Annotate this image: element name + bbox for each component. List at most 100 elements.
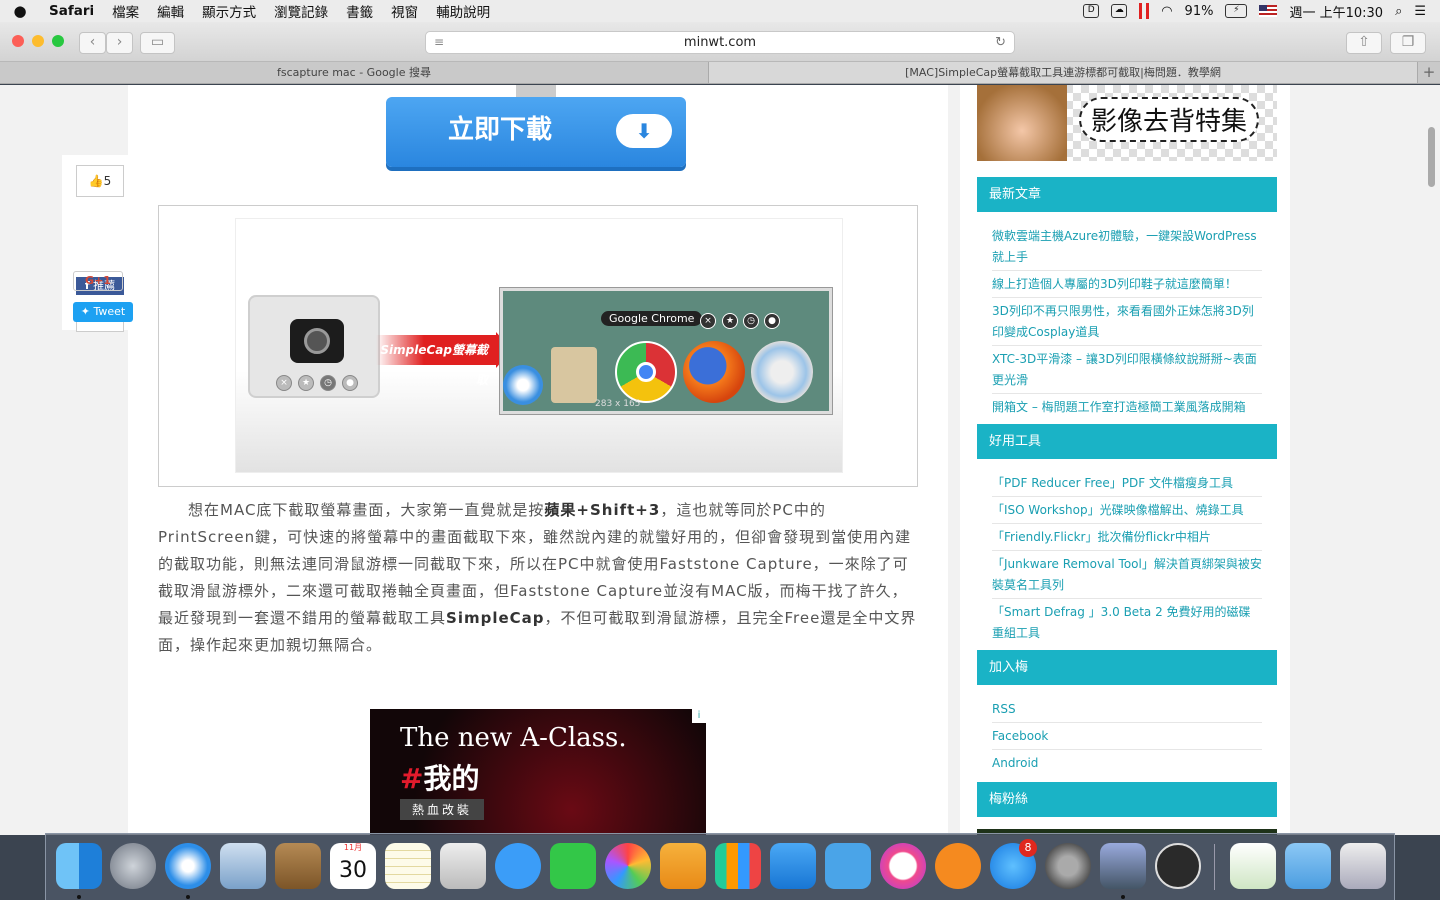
list-item[interactable]: 線上打造個人專屬的3D列印鞋子就這麼簡單！ — [992, 271, 1262, 298]
google-plus-button[interactable]: G+1 — [73, 271, 123, 291]
tweet-button[interactable]: ✦ Tweet — [73, 302, 133, 322]
list-item[interactable]: 「ISO Workshop」光碟映像檔解出、燒錄工具 — [992, 497, 1262, 524]
tab-overview-button[interactable]: ❐ — [1390, 32, 1426, 54]
like-counter[interactable]: 👍5 — [76, 165, 124, 197]
arrow-label: SimpleCap螢幕截取 — [376, 335, 496, 387]
trash-icon[interactable] — [1340, 843, 1386, 889]
cloud-download-icon: ⬇ — [616, 114, 672, 148]
sidebar-toggle-button[interactable]: ▭ — [140, 32, 175, 54]
menu-history[interactable]: 瀏覽記錄 — [265, 1, 337, 21]
pages-icon[interactable] — [660, 843, 706, 889]
list-item[interactable]: 「Friendly.Flickr」批次備份flickr中相片 — [992, 524, 1262, 551]
menu-app-name[interactable]: Safari — [40, 3, 103, 19]
spotlight-search-icon[interactable]: ⌕ — [1395, 4, 1402, 19]
new-tab-button[interactable]: + — [1418, 62, 1440, 83]
tab-google-search[interactable]: fscapture mac - Google 搜尋 — [0, 62, 709, 83]
minimize-window-button[interactable] — [32, 35, 44, 47]
parallels-icon[interactable] — [1139, 3, 1150, 19]
list-item[interactable]: 「Smart Defrag 」3.0 Beta 2 免費好用的磁碟重組工具 — [992, 599, 1262, 646]
notification-center-icon[interactable]: ☰ — [1414, 4, 1426, 19]
back-button[interactable]: ‹ — [79, 32, 106, 54]
article-paragraph: 想在MAC底下截取螢幕畫面，大家第一直覺就是按蘋果+Shift+3，這也就等同於… — [158, 501, 917, 654]
finder-icon[interactable] — [56, 843, 102, 889]
ibooks-icon[interactable] — [935, 843, 981, 889]
mercedes-ad[interactable]: The new A-Class. #我的 熱血改裝 i — [370, 709, 706, 835]
menu-bar: ● Safari 檔案 編輯 顯示方式 瀏覽記錄 書籤 視窗 輔助說明 D ☁ … — [0, 0, 1440, 22]
photos-icon[interactable] — [605, 843, 651, 889]
menu-file[interactable]: 檔案 — [103, 1, 148, 21]
facetime-icon[interactable] — [550, 843, 596, 889]
tweet-label: Tweet — [93, 305, 126, 318]
list-item[interactable]: 開箱文 – 梅問題工作室打造極簡工業風落成開箱 — [992, 394, 1262, 420]
ad-cta[interactable]: 熱血改裝 — [400, 799, 485, 820]
launchpad-icon[interactable] — [110, 843, 156, 889]
address-bar[interactable]: ≡ minwt.com ↻ — [425, 31, 1015, 54]
menu-window[interactable]: 視窗 — [382, 1, 427, 21]
audio-app-icon[interactable] — [1155, 843, 1201, 889]
facebook-link[interactable]: Facebook — [992, 723, 1262, 750]
apple-menu-icon[interactable]: ● — [0, 2, 40, 20]
list-item[interactable]: 微軟雲端主機Azure初體驗，一鍵架設WordPress就上手 — [992, 223, 1262, 271]
cloud-status-icon[interactable]: ☁ — [1111, 4, 1128, 18]
list-item[interactable]: 「PDF Reducer Free」PDF 文件檔瘦身工具 — [992, 470, 1262, 497]
menu-view[interactable]: 顯示方式 — [193, 1, 265, 21]
running-indicator — [77, 895, 81, 899]
android-link[interactable]: Android — [992, 750, 1262, 776]
ad-hashtag: #我的 — [400, 762, 480, 795]
close-window-button[interactable] — [12, 35, 24, 47]
contacts-icon[interactable] — [275, 843, 321, 889]
messages-icon[interactable] — [495, 843, 541, 889]
keynote-icon[interactable] — [770, 843, 816, 889]
simplecap-window: × ★ ◷ ● — [248, 295, 380, 398]
safari-icon[interactable] — [165, 843, 211, 889]
wifi-icon[interactable]: ◠ — [1161, 4, 1172, 19]
applications-folder-icon[interactable] — [1285, 843, 1331, 889]
article-figure: × ★ ◷ ● SimpleCap螢幕截取 Google Chrome × ★ … — [158, 205, 918, 487]
background-removal-banner[interactable]: 影像去背特集 — [977, 85, 1277, 161]
star-circle-icon: ★ — [722, 313, 738, 329]
calendar-icon[interactable]: 11月 30 — [330, 843, 376, 889]
latest-posts-list: 微軟雲端主機Azure初體驗，一鍵架設WordPress就上手 線上打造個人專屬… — [992, 223, 1262, 420]
menu-help[interactable]: 輔助說明 — [427, 1, 499, 21]
forward-button[interactable]: › — [106, 32, 133, 54]
menu-edit[interactable]: 編輯 — [148, 1, 193, 21]
rss-link[interactable]: RSS — [992, 696, 1262, 723]
downloads-stack-icon[interactable] — [1230, 843, 1276, 889]
mail-icon[interactable] — [220, 843, 266, 889]
list-item[interactable]: 「Junkware Removal Tool」解決首頁綁架與被安裝莫名工具列 — [992, 551, 1262, 599]
twitter-bird-icon: ✦ — [80, 305, 90, 318]
list-item[interactable]: XTC-3D平滑漆 – 讓3D列印限橫條紋說掰掰~表面更光滑 — [992, 346, 1262, 394]
chrome-icon — [615, 341, 677, 403]
notes-icon[interactable] — [385, 843, 431, 889]
download-button[interactable]: 立即下載 ⬇ — [386, 97, 686, 167]
mail-stamp-icon — [551, 347, 597, 403]
reload-icon[interactable]: ↻ — [995, 32, 1006, 53]
system-preferences-icon[interactable] — [1045, 843, 1091, 889]
star-circle-icon: ★ — [298, 375, 314, 391]
battery-percent[interactable]: 91% — [1185, 4, 1214, 19]
menu-bookmarks[interactable]: 書籤 — [337, 1, 382, 21]
tab-simplecap-article[interactable]: [MAC]SimpleCap螢幕截取工具連游標都可截取|梅問題．教學網 — [709, 62, 1418, 83]
tools-list: 「PDF Reducer Free」PDF 文件檔瘦身工具 「ISO Works… — [992, 470, 1262, 646]
itunes-icon[interactable] — [880, 843, 926, 889]
section-join: 加入梅 — [977, 650, 1277, 685]
running-indicator — [1121, 895, 1125, 899]
menubar-clock[interactable]: 週一 上午10:30 — [1289, 2, 1383, 21]
battery-icon[interactable]: ⚡ — [1225, 4, 1248, 18]
zoom-window-button[interactable] — [52, 35, 64, 47]
camera-icon — [290, 319, 344, 363]
like-count: 5 — [103, 174, 112, 188]
page-scrollbar[interactable] — [1428, 127, 1435, 187]
share-button[interactable]: ⇧ — [1346, 32, 1382, 54]
input-flag-icon[interactable] — [1259, 5, 1278, 17]
parallels-icon[interactable] — [1100, 843, 1146, 889]
reader-icon[interactable]: ≡ — [434, 32, 444, 53]
status-app-icon[interactable]: D — [1083, 4, 1100, 18]
teamviewer-icon[interactable] — [825, 843, 871, 889]
list-item[interactable]: 3D列印不再只限男性，來看看國外正妹怎將3D列印變成Cosplay道具 — [992, 298, 1262, 346]
numbers-icon[interactable] — [715, 843, 761, 889]
record-circle-icon: ● — [342, 375, 358, 391]
ad-info-icon[interactable]: i — [692, 709, 706, 723]
reminders-icon[interactable] — [440, 843, 486, 889]
app-store-badge: 8 — [1019, 839, 1037, 857]
